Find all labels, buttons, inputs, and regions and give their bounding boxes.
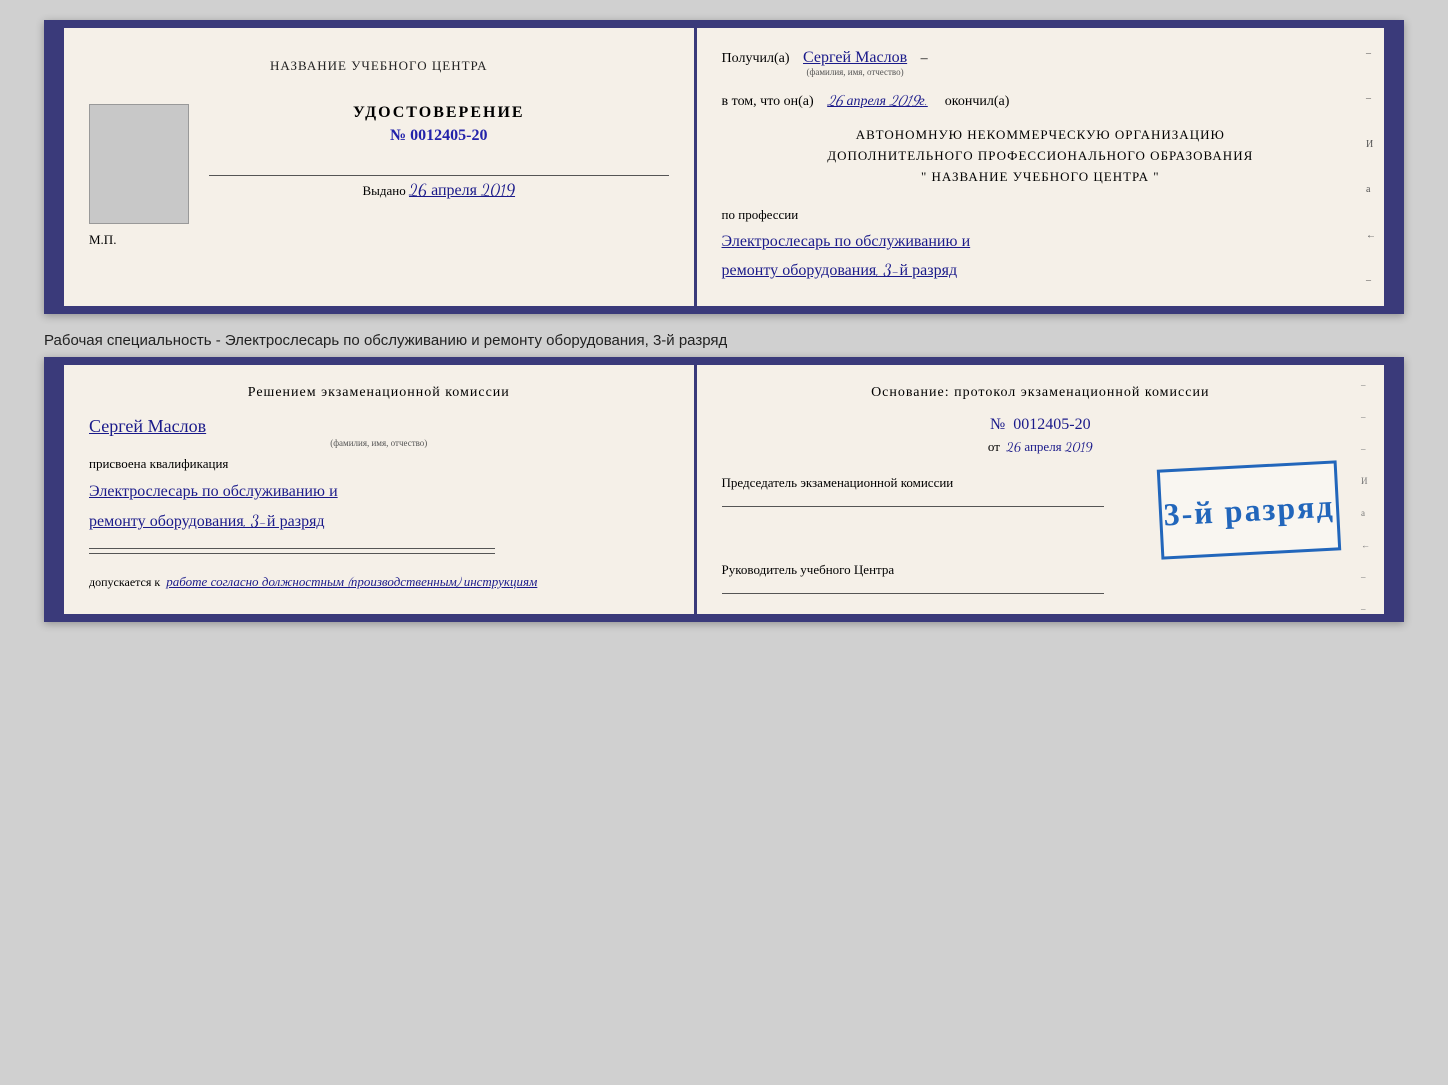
edge-char-2: – <box>1366 93 1376 104</box>
dash-top: – <box>921 51 928 67</box>
rukovoditel-block: Руководитель учебного Центра <box>722 562 1359 594</box>
book-edge-right-top <box>1384 28 1396 306</box>
po-professii-line: по профессии <box>722 207 1359 223</box>
name-block: Сергей Маслов (фамилия, имя, отчество) <box>89 416 669 448</box>
org-line3: " НАЗВАНИЕ УЧЕБНОГО ЦЕНТРА " <box>722 167 1359 188</box>
protocol-number: № 0012405-20 <box>722 416 1359 434</box>
training-center-header: НАЗВАНИЕ УЧЕБНОГО ЦЕНТРА <box>89 48 669 74</box>
edge-b2: – <box>1361 412 1370 422</box>
profession-block: Электрослесарь по обслуживанию и ремонту… <box>722 228 1359 286</box>
edge-b8: – <box>1361 604 1370 614</box>
poluchil-line: Получил(а) Сергей Маслов (фамилия, имя, … <box>722 48 1359 77</box>
profession-line1: Электрослесарь по обслуживанию и <box>722 228 1359 257</box>
qualification-block: Электрослесарь по обслуживанию и ремонту… <box>89 477 669 538</box>
protocol-number-val: 0012405-20 <box>1013 416 1090 433</box>
edge-char-3: И <box>1366 139 1376 150</box>
stamp-box: 3-й разряд <box>1157 460 1341 559</box>
edge-b1: – <box>1361 380 1370 390</box>
dopuskaetsya-block: допускается к работе согласно должностны… <box>89 574 669 590</box>
fio-label-bottom: (фамилия, имя, отчество) <box>89 438 669 448</box>
bottom-cert-left-page: Решением экзаменационной комиссии Сергей… <box>64 365 697 614</box>
edge-b5: а <box>1361 508 1370 518</box>
top-cert-left-page: НАЗВАНИЕ УЧЕБНОГО ЦЕНТРА УДОСТОВЕРЕНИЕ №… <box>64 28 697 306</box>
right-edge-decoration-bottom: – – – И а ← – – <box>1361 380 1370 614</box>
mp-label: М.П. <box>89 232 669 248</box>
vtom-label: в том, что он(а) <box>722 94 814 110</box>
vtom-line: в том, что он(а) 26 апреля 2019г. окончи… <box>722 92 1359 110</box>
edge-char-4: а <box>1366 184 1376 195</box>
qualification-line1: Электрослесарь по обслуживанию и <box>89 477 669 507</box>
predsedatel-label: Председатель экзаменационной комиссии <box>722 475 1073 491</box>
dopusk-text: работе согласно должностным (производств… <box>166 574 537 590</box>
top-cert-right-page: Получил(а) Сергей Маслов (фамилия, имя, … <box>697 28 1384 306</box>
edge-char-6: – <box>1366 275 1376 286</box>
number-prefix: № <box>390 127 406 144</box>
bottom-certificate-book: Решением экзаменационной комиссии Сергей… <box>44 357 1404 622</box>
book-spine-left <box>52 28 64 306</box>
cert-center-content: УДОСТОВЕРЕНИЕ № 0012405-20 Выдано 26 апр… <box>209 104 669 200</box>
edge-char-5: ← <box>1366 230 1376 241</box>
book-spine-bottom-left <box>52 365 64 614</box>
book-edge-right-bottom <box>1384 365 1396 614</box>
cert-photo-area: УДОСТОВЕРЕНИЕ № 0012405-20 Выдано 26 апр… <box>89 104 669 224</box>
vydano-date: 26 апреля 2019 <box>409 181 515 200</box>
vtom-date: 26 апреля 2019г. <box>827 92 928 110</box>
resheniem-header: Решением экзаменационной комиссии <box>89 385 669 401</box>
ot-date-line: от 26 апреля 2019 <box>722 439 1359 455</box>
bottom-cert-name: Сергей Маслов <box>89 416 206 438</box>
between-label: Рабочая специальность - Электрослесарь п… <box>44 324 1404 357</box>
top-certificate-book: НАЗВАНИЕ УЧЕБНОГО ЦЕНТРА УДОСТОВЕРЕНИЕ №… <box>44 20 1404 314</box>
rukovoditel-label: Руководитель учебного Центра <box>722 562 1359 578</box>
org-block: АВТОНОМНУЮ НЕКОММЕРЧЕСКУЮ ОРГАНИЗАЦИЮ ДО… <box>722 125 1359 187</box>
cert-number-value: 0012405-20 <box>410 127 487 144</box>
predsedatel-signature-line <box>722 506 1104 507</box>
qualification-line2: ремонту оборудования, 3-й разряд <box>89 507 669 537</box>
ot-label: от <box>988 439 1000 454</box>
cert-number: № 0012405-20 <box>209 127 669 145</box>
edge-b7: – <box>1361 572 1370 582</box>
udostoverenie-label: УДОСТОВЕРЕНИЕ <box>209 104 669 122</box>
org-line2: ДОПОЛНИТЕЛЬНОГО ПРОФЕССИОНАЛЬНОГО ОБРАЗО… <box>722 146 1359 167</box>
protocol-prefix: № <box>990 416 1005 433</box>
bottom-cert-right-page: Основание: протокол экзаменационной коми… <box>697 365 1384 614</box>
okonchil-label: окончил(а) <box>945 94 1010 110</box>
vydano-line: Выдано 26 апреля 2019 <box>209 175 669 200</box>
photo-placeholder <box>89 104 189 224</box>
rukovoditel-signature-line <box>722 593 1104 594</box>
edge-char-1: – <box>1366 48 1376 59</box>
profession-line2: ремонту оборудования, 3-й разряд <box>722 257 1359 286</box>
dopuskaetsya-label: допускается к <box>89 575 160 589</box>
osnova-header: Основание: протокол экзаменационной коми… <box>722 385 1359 401</box>
ot-date-val: 26 апреля 2019 <box>1006 439 1092 455</box>
org-line1: АВТОНОМНУЮ НЕКОММЕРЧЕСКУЮ ОРГАНИЗАЦИЮ <box>722 125 1359 146</box>
edge-b3: – <box>1361 444 1370 454</box>
vydano-label: Выдано <box>362 183 405 198</box>
fio-label-top: (фамилия, имя, отчество) <box>803 67 907 77</box>
right-edge-decoration: – – И а ← – <box>1366 48 1376 286</box>
recipient-name: Сергей Маслов <box>803 48 907 67</box>
prisvoena-label: присвоена квалификация <box>89 456 669 472</box>
edge-b6: ← <box>1361 540 1370 550</box>
poluchil-label: Получил(а) <box>722 51 790 67</box>
edge-b4: И <box>1361 476 1370 486</box>
predsedatel-block: Председатель экзаменационной комиссии 3-… <box>722 475 1359 507</box>
stamp-text: 3-й разряд <box>1163 487 1336 533</box>
